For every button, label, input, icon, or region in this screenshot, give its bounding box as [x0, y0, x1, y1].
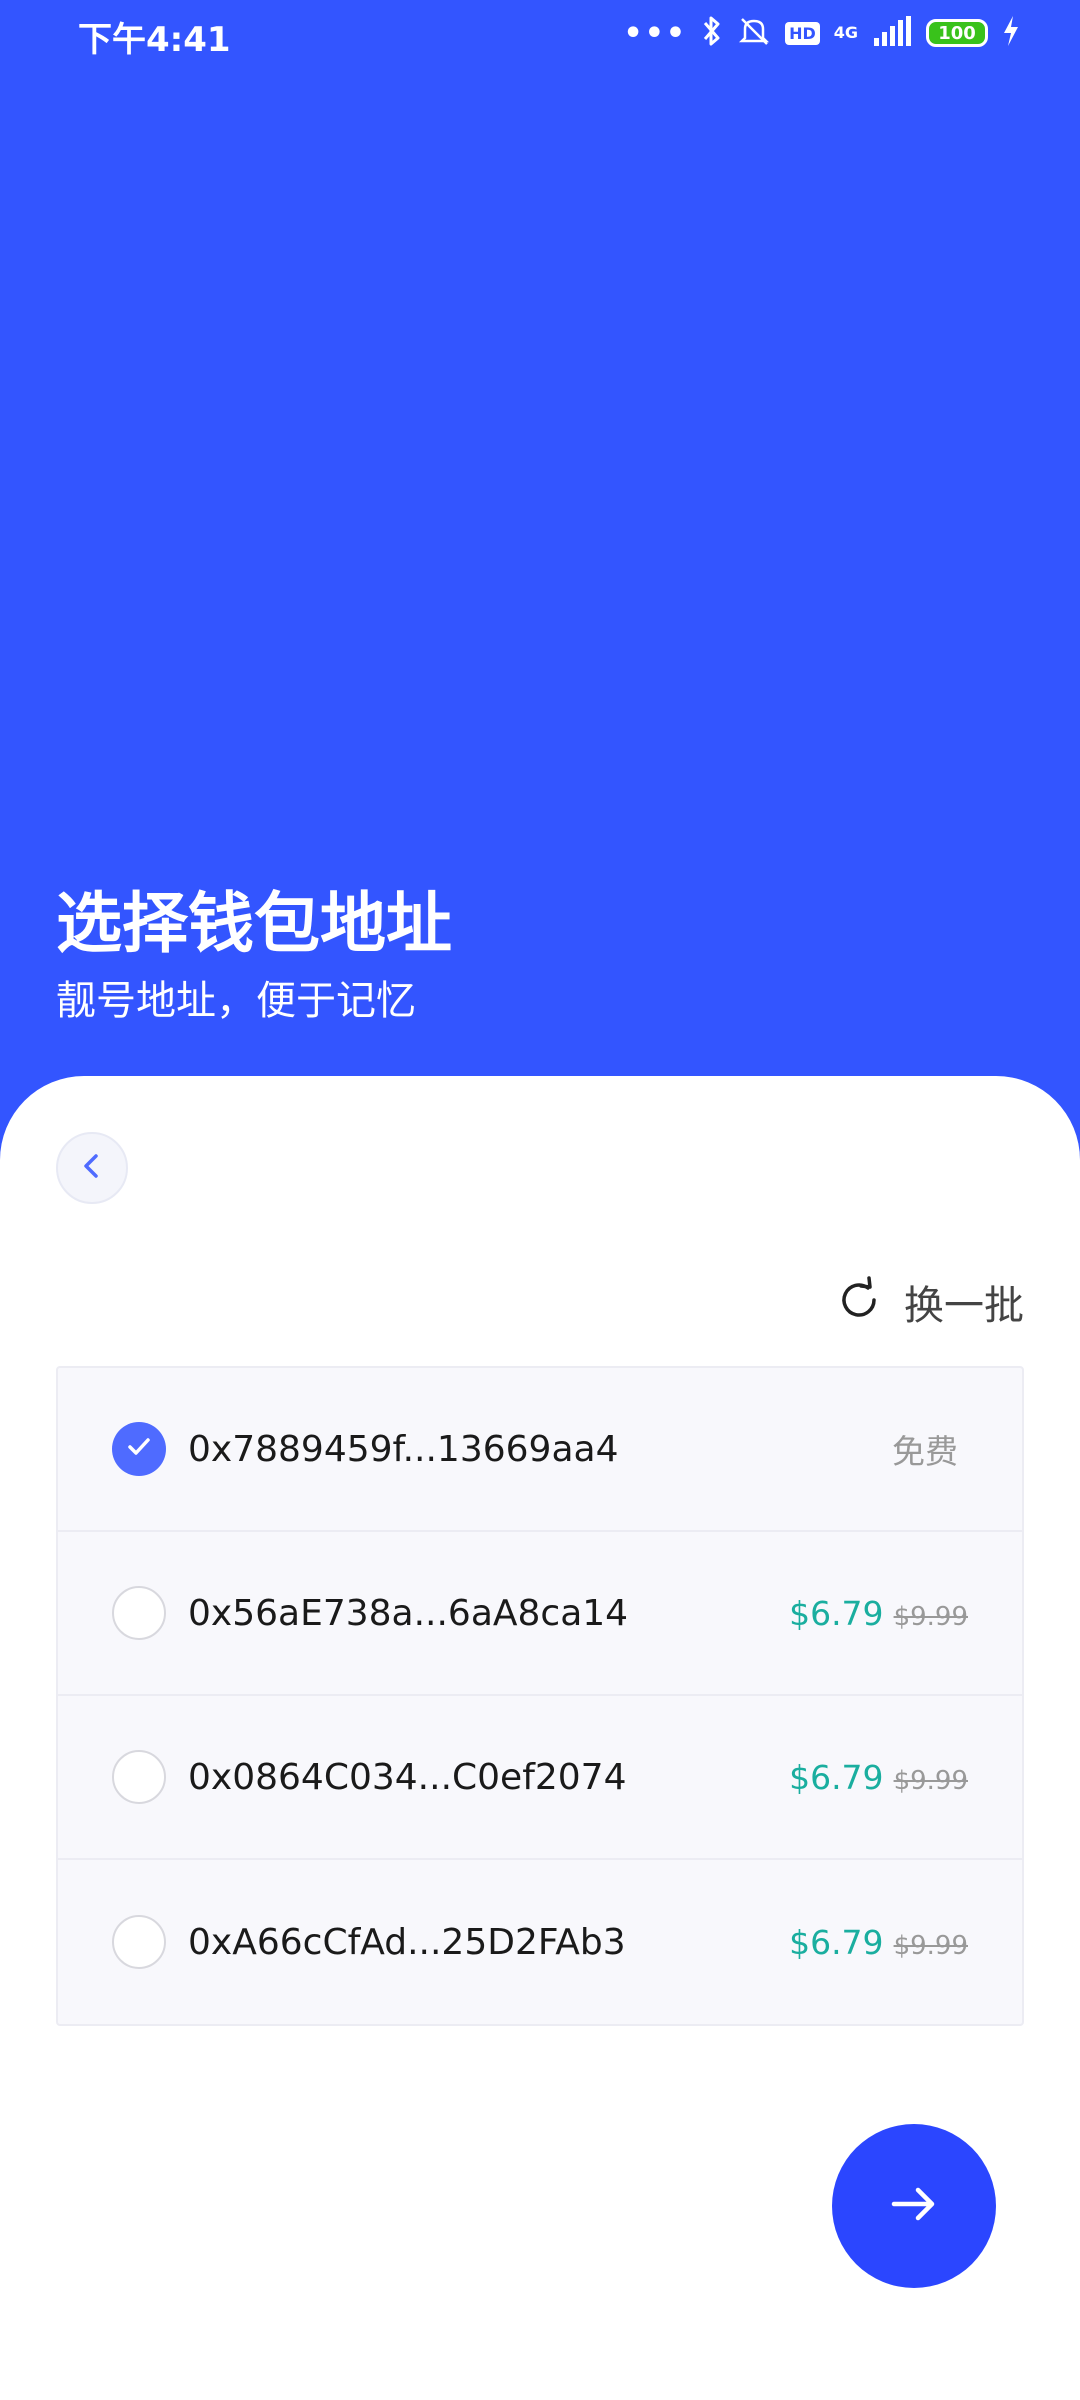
- price-group: $6.79 $9.99: [789, 1594, 968, 1633]
- bluetooth-icon: [701, 14, 723, 52]
- wallet-address: 0x0864C034...C0ef2074: [188, 1756, 627, 1798]
- radio-unchecked[interactable]: [112, 1750, 166, 1804]
- original-price: $9.99: [893, 1930, 968, 1961]
- address-list: 0x7889459f...13669aa4 免费 0x56aE738a...6a…: [56, 1366, 1024, 2026]
- status-icons: ••• HD 4G 100: [624, 12, 1020, 54]
- page-title: 选择钱包地址: [56, 885, 452, 962]
- address-row[interactable]: 0x7889459f...13669aa4 免费: [58, 1368, 1022, 1532]
- signal-icon: [872, 16, 912, 50]
- radio-checked[interactable]: [112, 1422, 166, 1476]
- refresh-label: 换一批: [904, 1283, 1024, 1329]
- address-row[interactable]: 0x56aE738a...6aA8ca14 $6.79 $9.99: [58, 1532, 1022, 1696]
- address-row[interactable]: 0xA66cCfAd...25D2FAb3 $6.79 $9.99: [58, 1860, 1022, 2024]
- more-dots-icon: •••: [623, 15, 688, 51]
- wallet-address: 0x7889459f...13669aa4: [188, 1428, 619, 1470]
- battery-icon: 100: [926, 19, 988, 47]
- discount-price: $6.79: [789, 1757, 884, 1797]
- next-button[interactable]: [832, 2124, 996, 2288]
- discount-price: $6.79: [789, 1593, 884, 1633]
- refresh-icon: [834, 1275, 884, 1329]
- address-sheet: 换一批 0x7889459f...13669aa4 免费 0x56aE738a.…: [0, 1076, 1080, 2400]
- hd-icon: HD: [785, 21, 820, 45]
- arrow-right-icon: [884, 2174, 944, 2238]
- price-group: $6.79 $9.99: [789, 1923, 968, 1962]
- discount-price: $6.79: [789, 1922, 884, 1962]
- price-group: $6.79 $9.99: [789, 1758, 968, 1797]
- wallet-address: 0x56aE738a...6aA8ca14: [188, 1592, 629, 1634]
- status-time: 下午4:41: [78, 20, 231, 60]
- page-subtitle: 靓号地址，便于记忆: [56, 978, 416, 1024]
- mute-icon: [737, 14, 771, 52]
- original-price: $9.99: [893, 1765, 968, 1796]
- radio-unchecked[interactable]: [112, 1586, 166, 1640]
- wallet-address: 0xA66cCfAd...25D2FAb3: [188, 1921, 626, 1963]
- check-icon: [124, 1432, 154, 1466]
- address-row[interactable]: 0x0864C034...C0ef2074 $6.79 $9.99: [58, 1696, 1022, 1860]
- refresh-batch-button[interactable]: 换一批: [834, 1272, 1024, 1332]
- status-bar: 下午4:41 ••• HD 4G 100: [0, 0, 1080, 66]
- chevron-left-icon: [77, 1151, 107, 1185]
- back-button[interactable]: [56, 1132, 128, 1204]
- charging-icon: [1002, 16, 1020, 50]
- price-free: 免费: [892, 1432, 958, 1471]
- radio-unchecked[interactable]: [112, 1915, 166, 1969]
- network-type: 4G: [833, 23, 858, 42]
- original-price: $9.99: [893, 1601, 968, 1632]
